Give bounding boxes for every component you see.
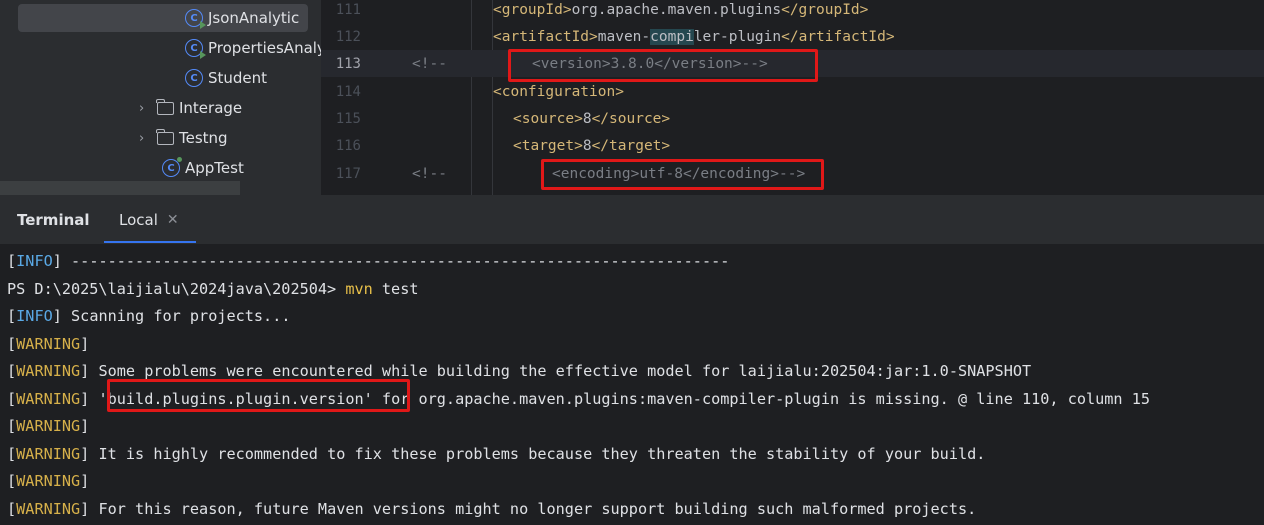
code-text: <configuration> xyxy=(493,83,624,100)
comment-marker: <!-- xyxy=(412,165,447,182)
tree-item-propertiesanalytic[interactable]: C PropertiesAnalytic xyxy=(185,34,321,62)
terminal-line: [WARNING] Some problems were encountered… xyxy=(7,361,1032,380)
code-text: <source>8</source> xyxy=(513,110,671,127)
log-level: INFO xyxy=(16,306,53,325)
terminal-line: [WARNING] xyxy=(7,334,90,353)
tab-local[interactable]: Local ✕ xyxy=(104,195,196,245)
terminal-line: [INFO] ---------------------------------… xyxy=(7,251,730,270)
terminal-line: [WARNING] For this reason, future Maven … xyxy=(7,499,977,518)
command: mvn xyxy=(345,279,373,298)
code-text: <version>3.8.0</version>--> xyxy=(532,55,768,72)
code-line: 117 <!-- <encoding>utf-8</encoding>--> xyxy=(321,160,1264,187)
tree-item-label: PropertiesAnalytic xyxy=(208,39,321,57)
tree-item-jsonanalytic[interactable]: C JsonAnalytic xyxy=(18,4,308,32)
log-level: WARNING xyxy=(16,361,81,380)
comment-marker: <!-- xyxy=(412,55,447,72)
class-run-icon: C xyxy=(185,39,206,59)
class-run-icon: C xyxy=(185,9,206,29)
log-level: WARNING xyxy=(16,416,81,435)
log-level: WARNING xyxy=(16,471,81,490)
word-highlight: compi xyxy=(650,28,694,45)
project-tree: C JsonAnalytic C PropertiesAnalytic C St… xyxy=(0,0,321,195)
code-text: <encoding>utf-8</encoding>--> xyxy=(552,165,806,182)
log-level: WARNING xyxy=(16,389,81,408)
tree-item-student[interactable]: C Student xyxy=(185,64,267,92)
code-line: 111 <groupId>org.apache.maven.plugins</g… xyxy=(321,0,1264,23)
code-editor[interactable]: 111 <groupId>org.apache.maven.plugins</g… xyxy=(321,0,1264,195)
tree-item-label: Interage xyxy=(179,99,243,117)
code-text: <artifactId>maven-compiler-plugin</artif… xyxy=(493,28,895,45)
terminal-line: [WARNING] 'build.plugins.plugin.version'… xyxy=(7,389,1150,408)
chevron-right-icon[interactable]: › xyxy=(139,101,157,116)
terminal-line: [WARNING] xyxy=(7,471,90,490)
terminal-line: [INFO] Scanning for projects... xyxy=(7,306,291,325)
code-text: <target>8</target> xyxy=(513,137,671,154)
code-line: 112 <artifactId>maven-compiler-plugin</a… xyxy=(321,23,1264,50)
terminal-line: [WARNING] It is highly recommended to fi… xyxy=(7,444,986,463)
code-line: 114 <configuration> xyxy=(321,78,1264,105)
log-level: WARNING xyxy=(16,334,81,353)
line-number: 111 xyxy=(335,1,361,18)
tree-item-apptest[interactable]: C AppTest xyxy=(162,154,244,182)
tree-scroll-area xyxy=(0,181,240,195)
line-number: 115 xyxy=(335,110,361,127)
code-line: 115 <source>8</source> xyxy=(321,105,1264,132)
tree-item-label: AppTest xyxy=(185,159,244,177)
log-level: INFO xyxy=(16,251,53,270)
folder-icon xyxy=(156,98,174,115)
tree-item-label: Testng xyxy=(179,129,228,147)
line-number: 112 xyxy=(335,28,361,45)
folder-icon xyxy=(156,128,174,145)
terminal-output[interactable]: [INFO] ---------------------------------… xyxy=(0,246,1264,525)
code-line: 116 <target>8</target> xyxy=(321,132,1264,159)
code-line-current: 113 <!-- <version>3.8.0</version>--> xyxy=(321,50,1264,77)
terminal-line: PS D:\2025\laijialu\2024java\202504> mvn… xyxy=(7,279,419,298)
line-number: 116 xyxy=(335,137,361,154)
tree-item-label: Student xyxy=(208,69,268,87)
tree-item-label: JsonAnalytic xyxy=(208,9,300,27)
prompt: PS D:\2025\laijialu\2024java\202504> xyxy=(7,279,346,298)
code-text: <groupId>org.apache.maven.plugins</group… xyxy=(493,1,869,18)
tab-label: Local xyxy=(119,211,158,229)
class-dot-icon: C xyxy=(162,157,182,177)
tree-item-interage[interactable]: › Interage xyxy=(139,94,242,122)
terminal-tab-bar: Terminal Local ✕ xyxy=(0,195,1264,245)
log-level: WARNING xyxy=(16,499,81,518)
chevron-right-icon[interactable]: › xyxy=(139,131,157,146)
terminal-title: Terminal xyxy=(17,211,90,229)
close-icon[interactable]: ✕ xyxy=(167,212,179,228)
terminal-line: [WARNING] xyxy=(7,416,90,435)
line-number: 113 xyxy=(335,55,361,72)
line-number: 117 xyxy=(335,165,361,182)
class-icon: C xyxy=(185,69,203,87)
tree-item-testng[interactable]: › Testng xyxy=(139,124,228,152)
line-number: 114 xyxy=(335,83,361,100)
log-level: WARNING xyxy=(16,444,81,463)
